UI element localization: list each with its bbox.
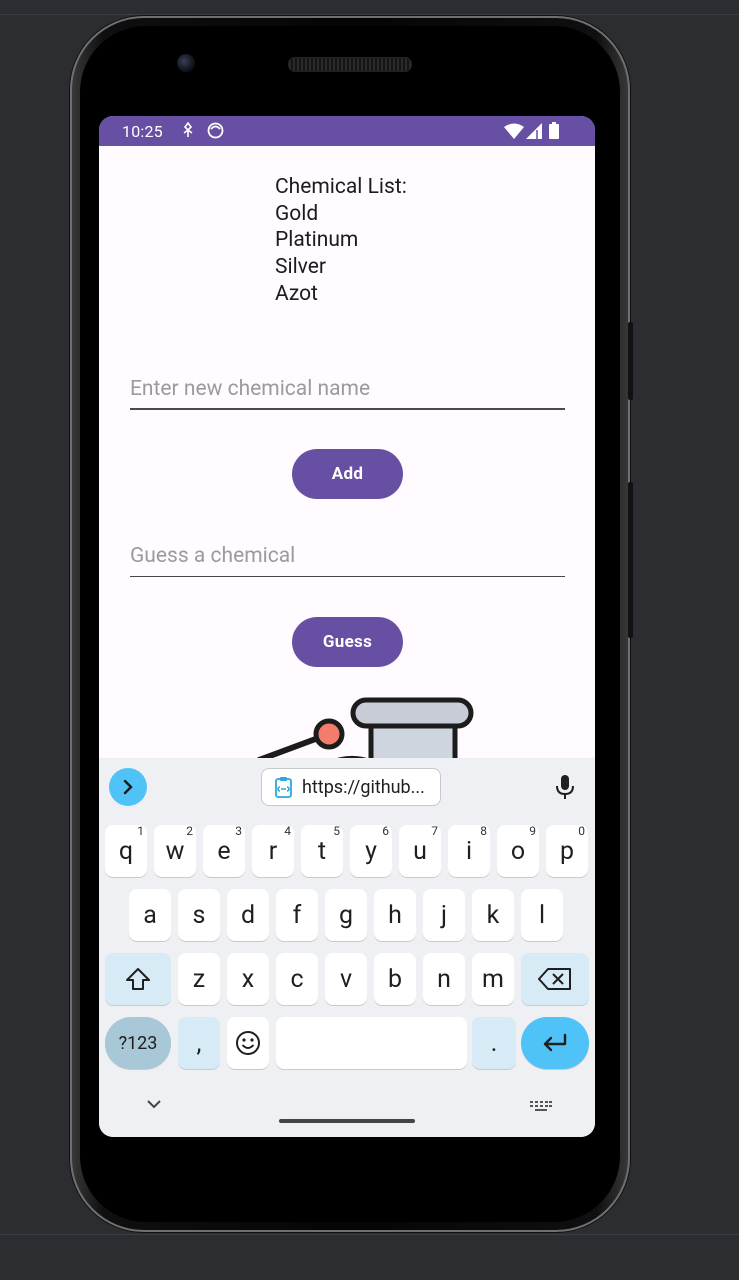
backspace-key[interactable] xyxy=(521,953,589,1005)
key-hint: 2 xyxy=(186,824,193,838)
home-gesture-bar[interactable] xyxy=(279,1119,415,1123)
key-e[interactable]: e3 xyxy=(203,824,245,877)
key-hint: 5 xyxy=(333,824,340,838)
key-z[interactable]: z xyxy=(178,953,220,1005)
status-bar: 10:25 xyxy=(99,116,595,146)
key-w[interactable]: w2 xyxy=(154,824,196,877)
battery-icon xyxy=(549,122,559,143)
guess-button[interactable]: Guess xyxy=(292,617,403,667)
backspace-icon xyxy=(538,968,571,990)
earpiece-speaker xyxy=(288,57,412,72)
key-d[interactable]: d xyxy=(227,889,269,941)
key-hint: 4 xyxy=(284,824,291,838)
power-button[interactable] xyxy=(628,322,633,400)
chevron-right-icon xyxy=(123,779,133,795)
phone-screen: 10:25 Chemical List: Gold Platinum Silve… xyxy=(99,116,595,1137)
status-time: 10:25 xyxy=(122,122,163,141)
chemical-list: Chemical List: Gold Platinum Silver Azot xyxy=(275,174,407,308)
chemical-list-item: Platinum xyxy=(275,228,359,253)
new-chemical-input[interactable] xyxy=(130,370,565,408)
key-q[interactable]: q1 xyxy=(105,824,147,877)
flower-icon xyxy=(181,121,195,142)
enter-icon xyxy=(543,1033,567,1052)
key-f[interactable]: f xyxy=(276,889,318,941)
guess-field xyxy=(130,537,565,577)
key-hint: 7 xyxy=(431,824,438,838)
key-c[interactable]: c xyxy=(276,953,318,1005)
soft-keyboard: https://github... q1 w2 e3 r4 t5 y6 u7 i… xyxy=(99,758,595,1137)
chemistry-illustration-icon xyxy=(256,697,474,764)
key-label: y xyxy=(365,836,377,866)
add-button[interactable]: Add xyxy=(292,449,403,499)
key-hint: 9 xyxy=(529,824,536,838)
key-x[interactable]: x xyxy=(227,953,269,1005)
symbols-key[interactable]: ?123 xyxy=(105,1017,171,1069)
key-a[interactable]: a xyxy=(129,889,171,941)
chemical-list-item: Azot xyxy=(275,281,318,306)
key-m[interactable]: m xyxy=(472,953,514,1005)
emoji-key[interactable] xyxy=(227,1017,269,1069)
comma-key[interactable]: , xyxy=(178,1017,220,1069)
key-u[interactable]: u7 xyxy=(399,824,441,877)
key-hint: 6 xyxy=(382,824,389,838)
ide-bottom-divider xyxy=(0,1234,739,1235)
ide-top-bar xyxy=(0,0,739,15)
key-g[interactable]: g xyxy=(325,889,367,941)
key-i[interactable]: i8 xyxy=(448,824,490,877)
new-chemical-underline xyxy=(130,408,565,410)
chemical-list-item: Gold xyxy=(275,201,319,226)
space-key[interactable] xyxy=(276,1017,467,1069)
keyboard-switch-icon[interactable] xyxy=(529,1100,553,1112)
key-n[interactable]: n xyxy=(423,953,465,1005)
emoji-icon xyxy=(236,1031,260,1055)
key-j[interactable]: j xyxy=(423,889,465,941)
key-label: p xyxy=(559,836,575,866)
chemical-list-heading: Chemical List: xyxy=(275,175,407,199)
key-l[interactable]: l xyxy=(521,889,563,941)
key-label: q xyxy=(118,836,134,866)
key-h[interactable]: h xyxy=(374,889,416,941)
signal-icon xyxy=(526,123,542,143)
key-hint: 0 xyxy=(578,824,585,838)
period-key[interactable]: . xyxy=(472,1017,516,1069)
microphone-icon[interactable] xyxy=(554,774,576,800)
shift-icon xyxy=(126,968,150,990)
enter-key[interactable] xyxy=(521,1017,589,1069)
key-label: w xyxy=(165,836,185,866)
key-hint: 1 xyxy=(137,824,144,838)
guess-input[interactable] xyxy=(130,537,565,575)
key-s[interactable]: s xyxy=(178,889,220,941)
clipboard-suggestion-text: https://github... xyxy=(302,776,425,798)
key-p[interactable]: p0 xyxy=(546,824,588,877)
key-o[interactable]: o9 xyxy=(497,824,539,877)
wifi-icon xyxy=(504,123,524,143)
key-hint: 8 xyxy=(480,824,487,838)
clipboard-link-icon xyxy=(275,777,292,798)
key-hint: 3 xyxy=(235,824,242,838)
key-label: i xyxy=(465,836,473,866)
key-v[interactable]: v xyxy=(325,953,367,1005)
face-icon xyxy=(207,122,224,143)
clipboard-suggestion-chip[interactable]: https://github... xyxy=(261,768,441,806)
key-label: t xyxy=(317,836,327,866)
key-label: o xyxy=(510,836,526,866)
key-label: r xyxy=(268,836,278,866)
key-label: e xyxy=(217,836,231,866)
key-y[interactable]: y6 xyxy=(350,824,392,877)
volume-button[interactable] xyxy=(628,482,633,638)
key-k[interactable]: k xyxy=(472,889,514,941)
new-chemical-field xyxy=(130,370,565,410)
shift-key[interactable] xyxy=(105,953,171,1005)
chemical-list-item: Silver xyxy=(275,255,326,280)
key-b[interactable]: b xyxy=(374,953,416,1005)
hide-keyboard-chevron-icon[interactable] xyxy=(146,1098,162,1110)
key-label: u xyxy=(413,836,427,866)
key-t[interactable]: t5 xyxy=(301,824,343,877)
keyboard-expand-button[interactable] xyxy=(109,768,147,806)
front-camera xyxy=(177,54,195,72)
key-r[interactable]: r4 xyxy=(252,824,294,877)
guess-underline xyxy=(130,576,565,577)
